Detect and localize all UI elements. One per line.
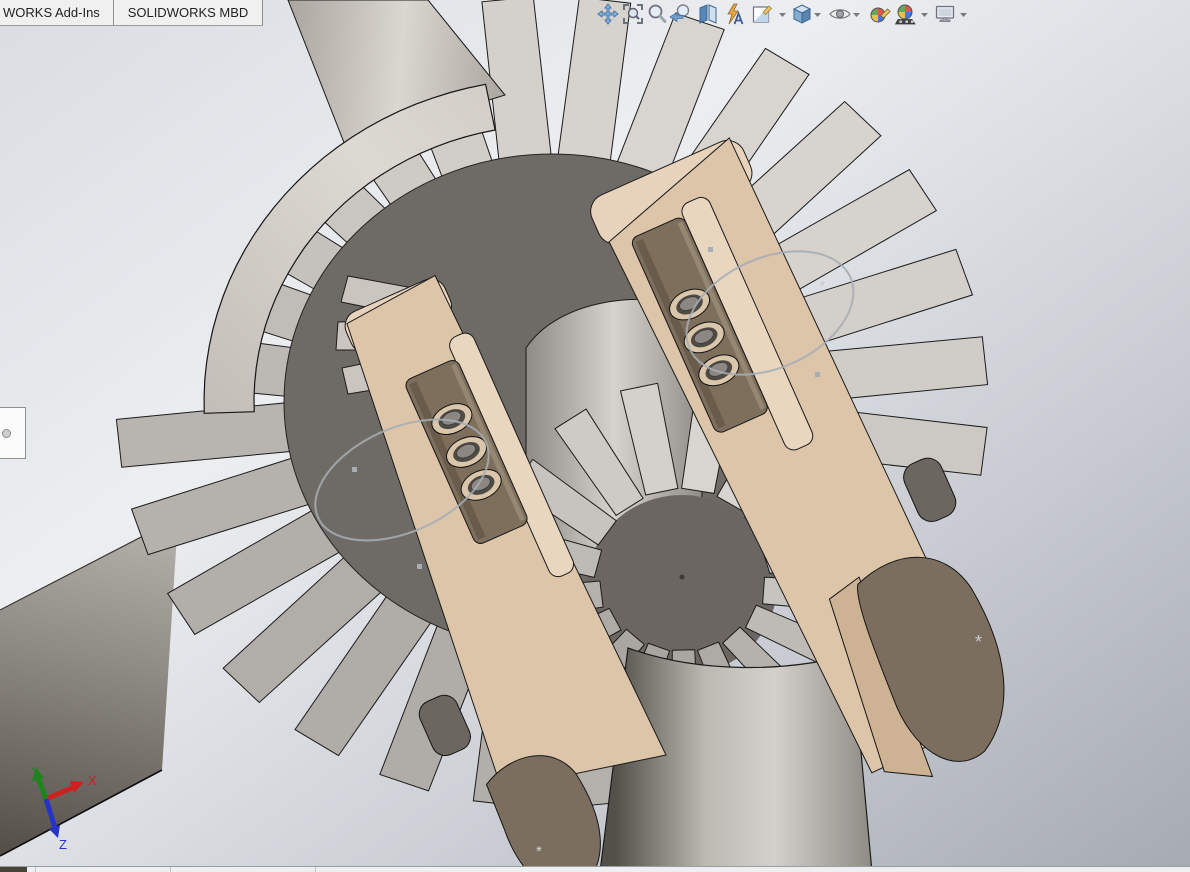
star-marker[interactable]: * xyxy=(820,278,825,293)
solidworks-window: X Y Z * * * WORKS Add-Ins SOLIDWORKS MBD xyxy=(0,0,1190,872)
3d-drawing-view-icon[interactable] xyxy=(596,2,620,26)
dynamic-annotation-views-icon[interactable] xyxy=(722,2,746,26)
panel-handle-icon xyxy=(2,429,11,438)
tab-solidworks-mbd[interactable]: SOLIDWORKS MBD xyxy=(114,0,263,26)
status-strip-segment xyxy=(0,867,27,872)
triad-z-label: Z xyxy=(59,837,67,852)
display-style-icon[interactable] xyxy=(750,2,774,26)
status-strip-divider xyxy=(315,867,316,872)
hide-show-items-icon[interactable] xyxy=(828,2,852,26)
view-orientation-icon[interactable] xyxy=(790,2,814,26)
apply-scene-icon[interactable] xyxy=(894,2,918,26)
status-strip xyxy=(0,866,1190,872)
collapsed-panel-stub[interactable] xyxy=(0,407,26,459)
chevron-down-icon[interactable] xyxy=(920,2,929,26)
status-strip-divider xyxy=(170,867,171,872)
star-marker[interactable]: * xyxy=(536,843,542,860)
zoom-to-area-icon[interactable] xyxy=(645,2,669,26)
viewport-3d[interactable]: X Y Z * * * xyxy=(0,0,1190,872)
section-view-icon[interactable] xyxy=(696,2,720,26)
view-settings-icon[interactable] xyxy=(933,2,957,26)
triad-y-label: Y xyxy=(31,764,40,779)
star-marker[interactable]: * xyxy=(975,632,982,652)
chevron-down-icon[interactable] xyxy=(852,2,861,26)
tab-solidworks-add-ins[interactable]: WORKS Add-Ins xyxy=(0,0,114,26)
edit-appearance-icon[interactable] xyxy=(868,2,892,26)
pinion-center-point xyxy=(680,575,685,580)
command-tabs: WORKS Add-Ins SOLIDWORKS MBD xyxy=(0,0,263,26)
previous-view-icon[interactable] xyxy=(668,2,692,26)
triad-x-label: X xyxy=(88,773,97,788)
zoom-to-fit-icon[interactable] xyxy=(621,2,645,26)
chevron-down-icon[interactable] xyxy=(813,2,822,26)
chevron-down-icon[interactable] xyxy=(959,2,968,26)
chevron-down-icon[interactable] xyxy=(778,2,787,26)
status-strip-divider xyxy=(35,867,36,872)
